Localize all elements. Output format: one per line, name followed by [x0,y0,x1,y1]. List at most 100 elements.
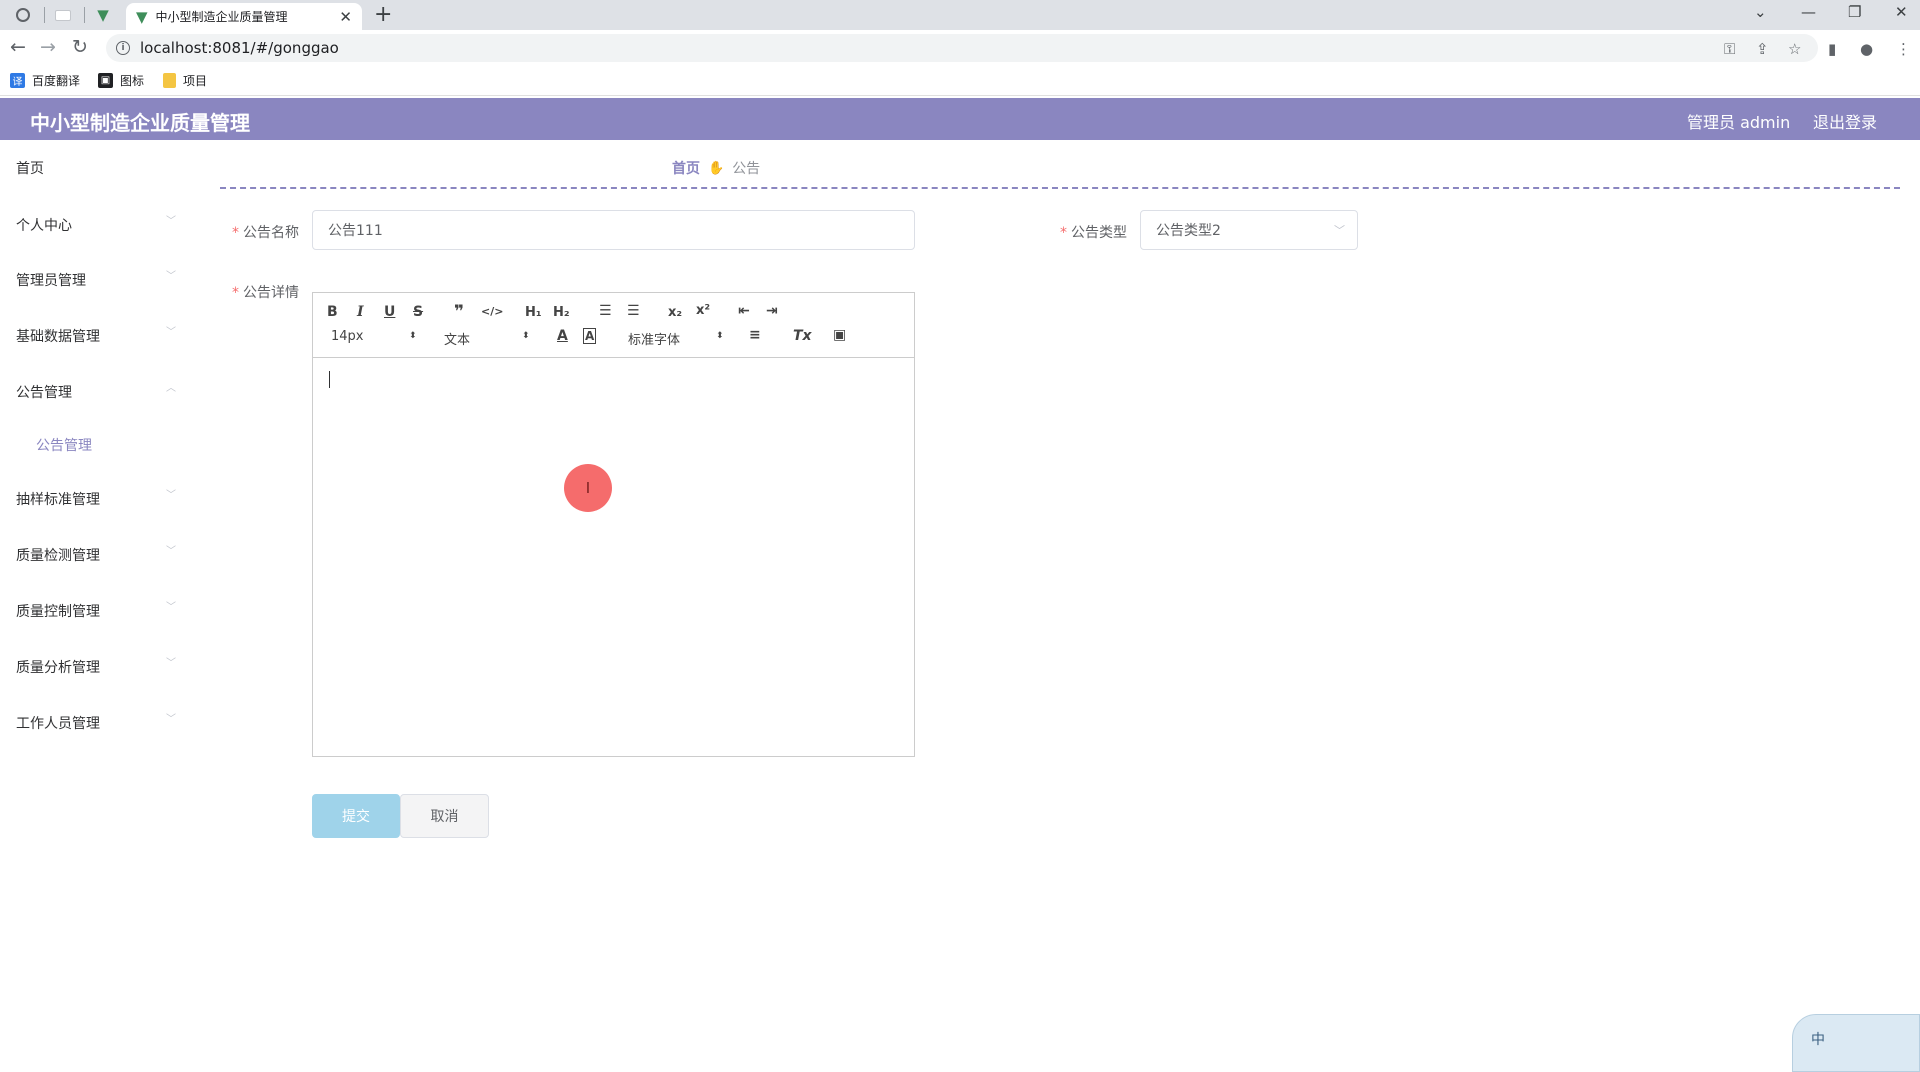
share-icon[interactable]: ⇪ [1756,40,1769,58]
sidebar-item-sampling-standard[interactable]: 抽样标准管理 ﹀ [16,489,176,509]
indent-icon[interactable]: ⇥ [766,303,778,319]
italic-icon[interactable]: I [357,304,364,320]
translate-icon: 译 [10,73,25,88]
subscript-icon[interactable]: x₂ [668,305,682,320]
superscript-icon[interactable]: x² [696,303,710,318]
ime-mode-label: 中 [1811,1032,1825,1048]
cancel-button[interactable]: 取消 [400,794,489,838]
ime-widget[interactable]: 中 [1792,1014,1920,1072]
bullet-list-icon[interactable]: ☰ [627,303,640,319]
reload-button[interactable]: ↻ [72,36,88,58]
font-size-picker[interactable]: 14px ⬍ [331,329,417,344]
back-button[interactable]: ← [10,36,26,58]
sidebar-item-label: 公告管理 [16,385,72,401]
strike-icon[interactable]: S [413,304,423,320]
sidebar-item-quality-analysis[interactable]: 质量分析管理 ﹀ [16,657,176,677]
notice-type-select[interactable]: 公告类型2 ﹀ [1140,210,1358,250]
sidebar-item-notice[interactable]: 公告管理 ︿ [16,382,176,402]
blockquote-icon[interactable]: ❞ [454,302,464,322]
bookmark-label: 百度翻译 [32,74,81,88]
align-icon[interactable]: ≡ [749,327,761,343]
rich-text-editor: B I U S ❞ </> H₁ H₂ ☰ ☰ x₂ x² ⇤ ⇥ 14px ⬍… [312,292,915,757]
bold-icon[interactable]: B [327,304,338,320]
sidebar-item-quality-control[interactable]: 质量控制管理 ﹀ [16,601,176,621]
input-value: 公告111 [328,223,383,239]
sidebar-item-admin[interactable]: 管理员管理 ﹀ [16,270,176,290]
bookmarks-bar: 译 百度翻译 ▣ 图标 项目 [0,66,1920,96]
chevron-down-icon: ﹀ [166,490,176,501]
star-icon[interactable]: ☆ [1788,40,1801,58]
new-tab-button[interactable]: + [374,2,392,27]
up-down-icon: ⬍ [716,331,724,341]
browser-tab-bar: ▼ ▼ 中小型制造企业质量管理 ✕ + ⌄ — ❐ ✕ [0,0,1920,30]
site-info-icon[interactable]: i [116,41,130,55]
blank-page-icon [55,9,71,21]
text-caret [329,371,330,388]
sidebar-item-personal-center[interactable]: 个人中心 ﹀ [16,215,176,235]
close-window-button[interactable]: ✕ [1895,3,1908,21]
key-icon[interactable]: ⚿ [1724,40,1735,58]
heading1-icon[interactable]: H₁ [525,305,542,320]
menu-dots-icon[interactable]: ⋮ [1896,40,1911,58]
required-mark: * [232,285,239,301]
notice-name-input[interactable]: 公告111 [312,210,915,250]
active-tab[interactable]: ▼ 中小型制造企业质量管理 ✕ [126,3,362,30]
sidebar-item-staff[interactable]: 工作人员管理 ﹀ [16,713,176,733]
forward-button[interactable]: → [40,36,56,58]
ordered-list-icon[interactable]: ☰ [599,303,612,319]
notice-name-label: * 公告名称 [232,222,299,242]
globe-icon [16,8,30,22]
header-picker[interactable]: 文本 ⬍ [444,329,530,348]
text-color-icon[interactable]: A [557,328,568,344]
sidebar-item-label: 抽样标准管理 [16,492,100,508]
sidebar-subitem-notice-manage[interactable]: 公告管理 [36,435,92,455]
image-icon: ▣ [98,73,113,88]
outdent-icon[interactable]: ⇤ [738,303,750,319]
image-icon[interactable]: ▣ [833,327,846,343]
picker-value: 文本 [444,333,471,348]
code-block-icon[interactable]: </> [481,305,503,318]
label-text: 公告名称 [243,225,299,241]
hand-icon: ✋ [708,160,725,176]
clear-format-icon[interactable]: Tx [793,328,812,344]
heading2-icon[interactable]: H₂ [553,305,570,320]
bookmark-baidu-translate[interactable]: 译 百度翻译 [10,72,80,89]
bookmark-label: 图标 [120,74,145,88]
background-color-icon[interactable]: A [583,328,597,344]
sidebar-item-base-data[interactable]: 基础数据管理 ﹀ [16,326,176,346]
bookmark-project[interactable]: 项目 [163,72,207,89]
bookmark-label: 项目 [183,74,208,88]
sidebar-menu: 首页 个人中心 ﹀ 管理员管理 ﹀ 基础数据管理 ﹀ 公告管理 ︿ 公告管理 抽… [0,140,184,1072]
profile-icon[interactable]: ● [1860,40,1873,58]
sidebar-item-label: 质量检测管理 [16,548,100,564]
logout-link[interactable]: 退出登录 [1813,109,1877,133]
underline-icon[interactable]: U [384,304,395,320]
pinned-tab-vue[interactable]: ▼ [88,3,118,27]
chevron-down-icon: ﹀ [166,602,176,613]
chevron-down-icon: ﹀ [166,216,176,227]
editor-content-area[interactable] [313,358,914,756]
picker-value: 14px [331,329,364,344]
sidebar-item-quality-inspection[interactable]: 质量检测管理 ﹀ [16,545,176,565]
sidebar-item-label: 管理员管理 [16,273,86,289]
submit-button[interactable]: 提交 [312,794,400,838]
mouse-cursor-highlight: I [564,464,612,512]
notice-detail-label: * 公告详情 [232,282,299,302]
current-user: 管理员 admin [1687,113,1791,132]
breadcrumb-current: 公告 [732,161,761,177]
restore-button[interactable]: ❐ [1848,3,1861,21]
address-bar[interactable]: i localhost:8081/#/gonggao [106,34,1818,62]
pinned-tab-blank[interactable] [48,3,78,27]
close-tab-icon[interactable]: ✕ [339,8,352,26]
sidebar-item-home[interactable]: 首页 [16,158,176,178]
tab-title: 中小型制造企业质量管理 [155,10,288,24]
breadcrumb: 首页 ✋ 公告 [672,158,760,178]
tab-search-icon[interactable]: ⌄ [1754,3,1767,21]
bookmark-icons[interactable]: ▣ 图标 [98,72,144,89]
minimize-button[interactable]: — [1801,3,1816,21]
side-panel-icon[interactable]: ▮ [1828,40,1836,58]
breadcrumb-home[interactable]: 首页 [672,158,700,178]
pinned-tab-globe[interactable] [8,3,38,27]
sidebar-item-label: 工作人员管理 [16,716,100,732]
font-family-picker[interactable]: 标准字体 ⬍ [628,329,724,348]
